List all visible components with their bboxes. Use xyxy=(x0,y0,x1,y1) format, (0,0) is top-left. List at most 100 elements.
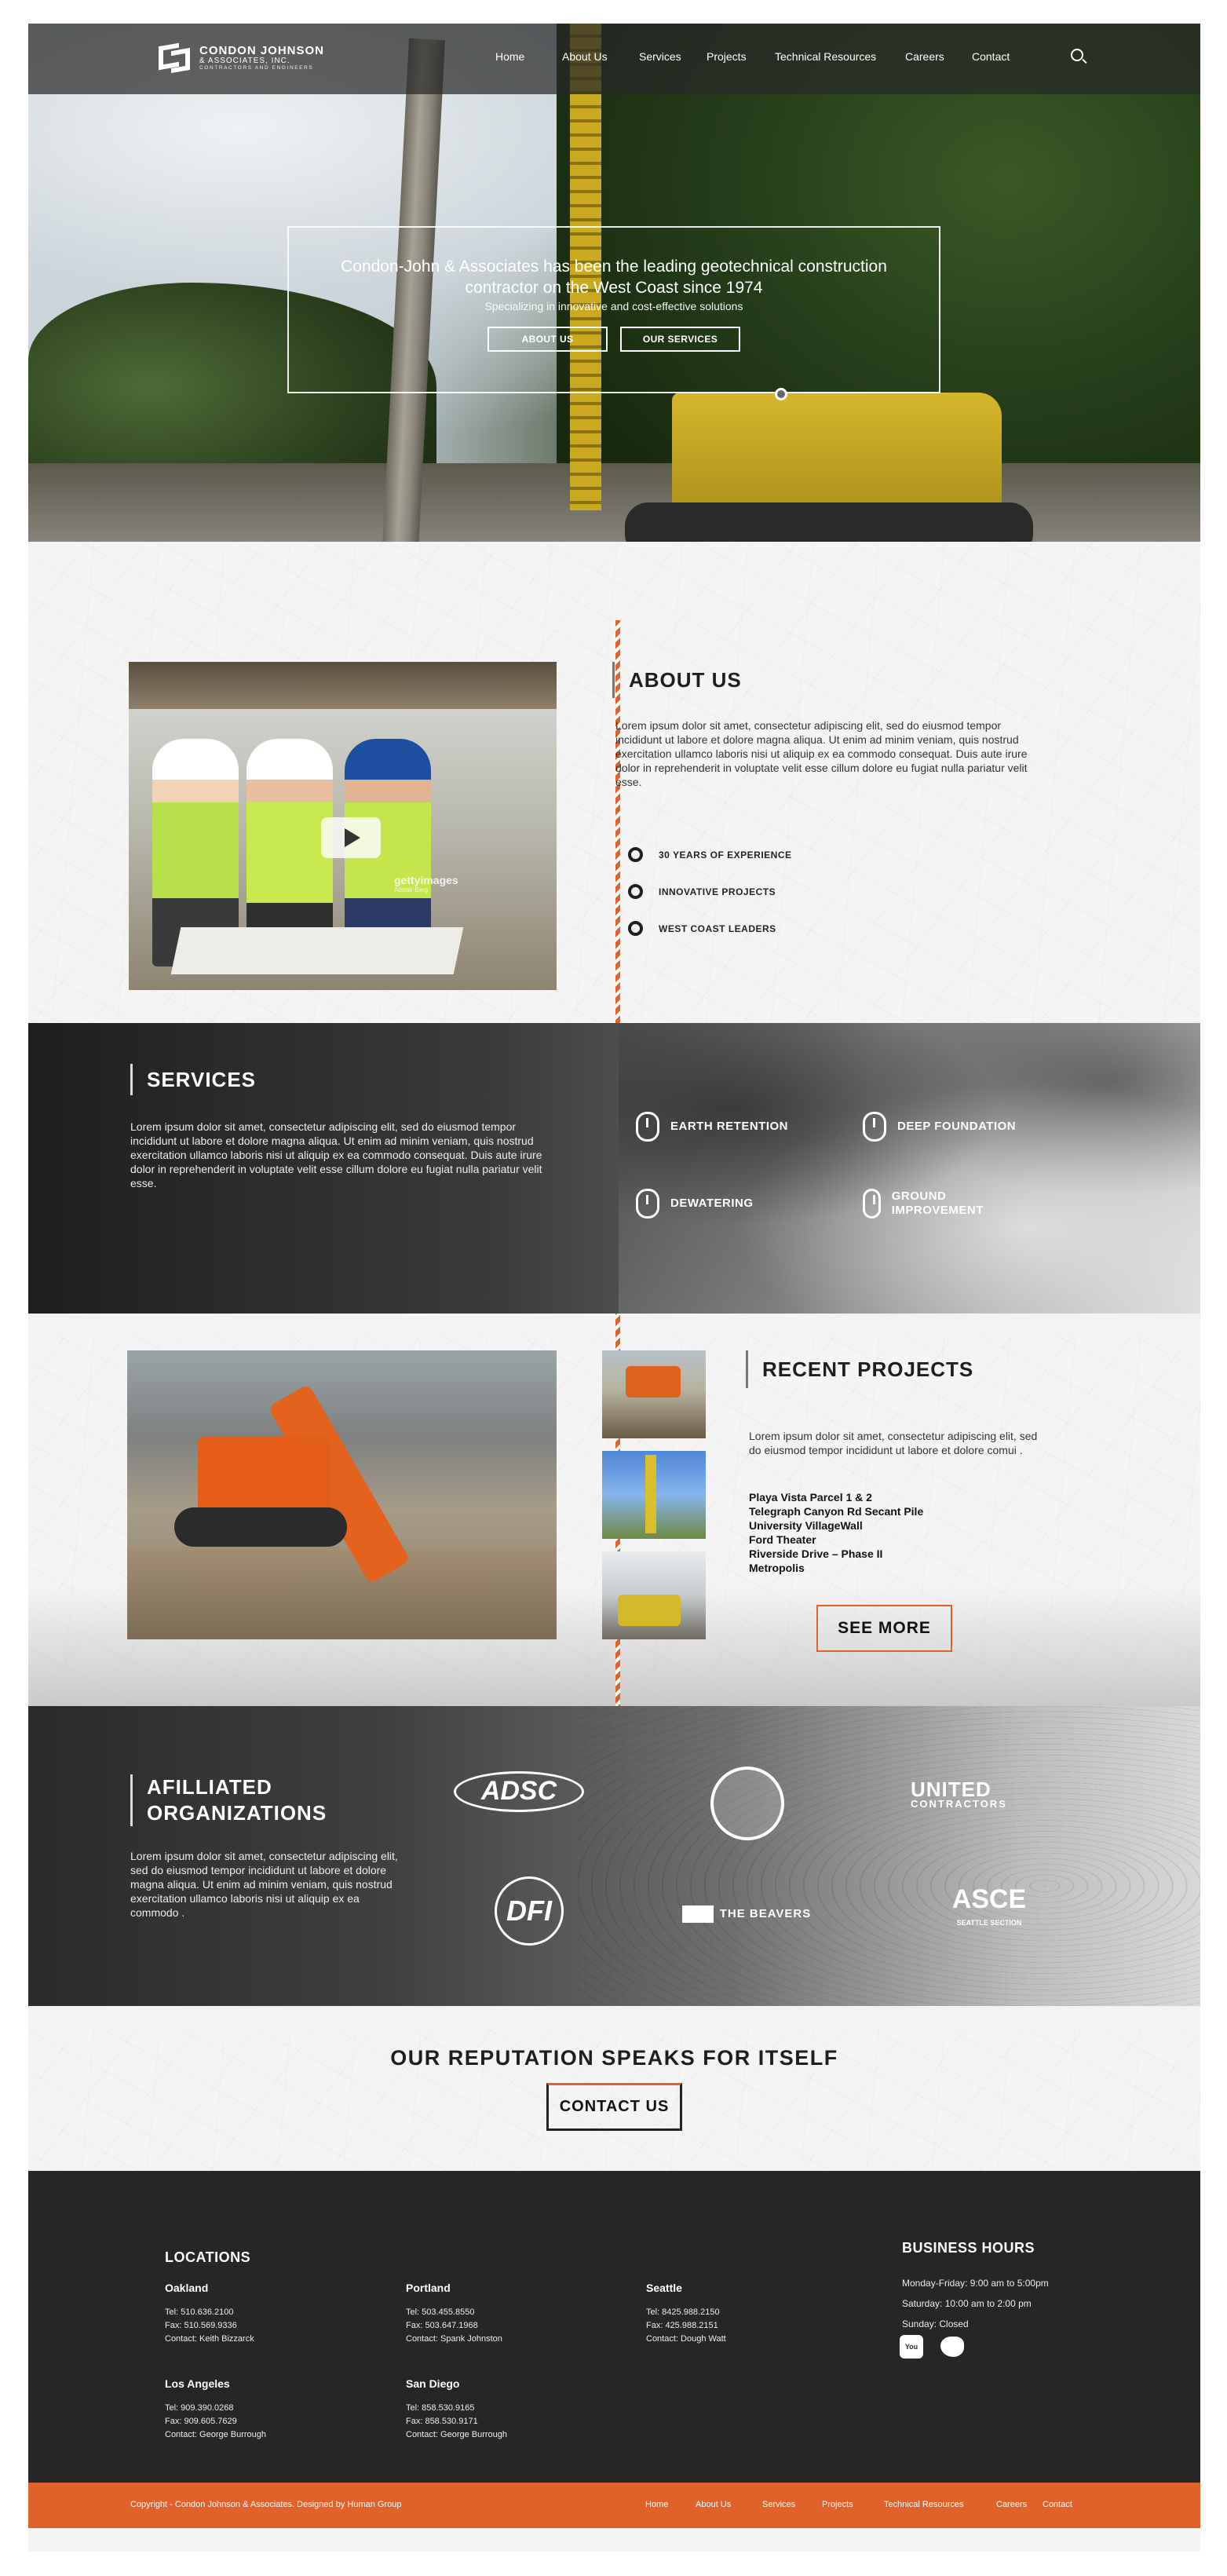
project-link[interactable]: Playa Vista Parcel 1 & 2 xyxy=(749,1490,923,1504)
circle-bullet-icon xyxy=(628,921,643,936)
footer-nav-careers[interactable]: Careers xyxy=(996,2500,1027,2509)
location-contact: Contact: Spank Johnston xyxy=(406,2334,502,2344)
nav-contact[interactable]: Contact xyxy=(972,50,1010,63)
about-highlights: 30 YEARS OF EXPERIENCE INNOVATIVE PROJEC… xyxy=(628,836,792,947)
location-fax: Fax: 909.605.7629 xyxy=(165,2417,237,2426)
footer-nav-home[interactable]: Home xyxy=(645,2500,668,2509)
see-more-button[interactable]: SEE MORE xyxy=(816,1605,952,1652)
project-link[interactable]: University VillageWall xyxy=(749,1518,923,1533)
location-fax: Fax: 510.569.9336 xyxy=(165,2321,237,2330)
location-city: Los Angeles xyxy=(165,2377,230,2390)
services-section: SERVICES Lorem ipsum dolor sit amet, con… xyxy=(28,1023,1200,1314)
location-fax: Fax: 425.988.2151 xyxy=(646,2321,718,2330)
nav-services[interactable]: Services xyxy=(639,50,681,63)
location-contact: Contact: George Burrough xyxy=(165,2430,267,2439)
project-link[interactable]: Telegraph Canyon Rd Secant Pile xyxy=(749,1504,923,1518)
location-tel: Tel: 8425.988.2150 xyxy=(646,2307,720,2317)
location-oakland: Oakland Tel: 510.636.2100 Fax: 510.569.9… xyxy=(165,2282,254,2346)
copyright-text: Copyright - Condon Johnson & Associates.… xyxy=(130,2500,402,2509)
highlight-label: 30 YEARS OF EXPERIENCE xyxy=(659,849,792,860)
services-rock-texture xyxy=(619,1023,1200,1314)
adsc-logo[interactable]: ADSC xyxy=(454,1771,584,1812)
video-roof xyxy=(129,662,557,709)
project-link[interactable]: Ford Theater xyxy=(749,1533,923,1547)
location-portland: Portland Tel: 503.455.8550 Fax: 503.647.… xyxy=(406,2282,502,2346)
search-icon[interactable] xyxy=(1071,49,1083,61)
hero-message-box: Condon-John & Associates has been the le… xyxy=(287,226,940,393)
video-blueprint xyxy=(170,927,464,974)
hero-about-us-button[interactable]: ABOUT US xyxy=(488,327,608,352)
service-earth-retention[interactable]: EARTH RETENTION xyxy=(636,1112,788,1142)
circle-bullet-icon xyxy=(628,884,643,899)
hours-line: Sunday: Closed xyxy=(902,2318,969,2329)
contact-us-button[interactable]: CONTACT US xyxy=(546,2083,682,2131)
about-title: ABOUT US xyxy=(612,662,742,698)
service-label: DEEP FOUNDATION xyxy=(897,1120,1017,1133)
asce-logo[interactable]: ASCE SEATTLE SECTION xyxy=(950,1880,1028,1943)
locations-title: LOCATIONS xyxy=(165,2249,251,2265)
video-credit: Alistair Berg xyxy=(394,886,429,893)
affiliated-title-line1: AFILLIATED xyxy=(147,1775,272,1799)
service-ground-improvement[interactable]: GROUND IMPROVEMENT xyxy=(863,1189,996,1219)
project-thumbnail[interactable] xyxy=(602,1451,706,1539)
hero-our-services-button[interactable]: OUR SERVICES xyxy=(620,327,740,352)
circle-bullet-icon xyxy=(628,847,643,862)
project-thumbnail[interactable] xyxy=(602,1350,706,1438)
logo-name-line3: CONTRACTORS AND ENGINEERS xyxy=(199,64,314,71)
drill-rig-track xyxy=(625,502,1033,542)
mouse-icon xyxy=(863,1112,886,1142)
mouse-icon xyxy=(863,1189,881,1219)
play-icon[interactable] xyxy=(321,817,381,858)
location-fax: Fax: 503.647.1968 xyxy=(406,2321,478,2330)
affiliated-title-line2: ORGANIZATIONS xyxy=(147,1801,327,1825)
nav-projects[interactable]: Projects xyxy=(707,50,747,63)
location-tel: Tel: 510.636.2100 xyxy=(165,2307,234,2317)
project-list: Playa Vista Parcel 1 & 2 Telegraph Canyo… xyxy=(749,1490,923,1575)
services-title: SERVICES xyxy=(130,1064,256,1095)
location-city: San Diego xyxy=(406,2377,460,2390)
asce-label: ASCE xyxy=(951,1884,1027,1914)
service-deep-foundation[interactable]: DEEP FOUNDATION xyxy=(863,1112,1016,1142)
bottom-bar: Copyright - Condon Johnson & Associates.… xyxy=(28,2483,1200,2528)
united-contractors-logo[interactable]: UNITED CONTRACTORS xyxy=(911,1779,1060,1814)
twitter-icon[interactable] xyxy=(940,2337,964,2357)
service-label: GROUND IMPROVEMENT xyxy=(891,1189,984,1217)
project-thumbnail[interactable] xyxy=(602,1551,706,1639)
project-link[interactable]: Metropolis xyxy=(749,1561,923,1575)
excavator-cab xyxy=(198,1437,331,1515)
location-seattle: Seattle Tel: 8425.988.2150 Fax: 425.988.… xyxy=(646,2282,726,2346)
nav-technical-resources[interactable]: Technical Resources xyxy=(775,50,876,63)
hours-line: Monday-Friday: 9:00 am to 5:00pm xyxy=(902,2278,1049,2289)
nav-home[interactable]: Home xyxy=(495,50,524,63)
footer-nav-about-us[interactable]: About Us xyxy=(696,2500,731,2509)
nav-about-us[interactable]: About Us xyxy=(562,50,608,63)
location-los-angeles: Los Angeles Tel: 909.390.0268 Fax: 909.6… xyxy=(165,2377,266,2442)
business-hours-title: BUSINESS HOURS xyxy=(902,2240,1035,2256)
nav-careers[interactable]: Careers xyxy=(905,50,944,63)
highlight-item: 30 YEARS OF EXPERIENCE xyxy=(628,836,792,873)
location-contact: Contact: Keith Bizzarck xyxy=(165,2334,254,2344)
location-city: Oakland xyxy=(165,2282,209,2294)
footer-nav-services[interactable]: Services xyxy=(762,2500,795,2509)
service-dewatering[interactable]: DEWATERING xyxy=(636,1189,754,1219)
location-contact: Contact: George Burrough xyxy=(406,2430,508,2439)
project-link[interactable]: Riverside Drive – Phase II xyxy=(749,1547,923,1561)
youtube-icon[interactable]: You Tube xyxy=(900,2335,923,2374)
location-tel: Tel: 858.530.9165 xyxy=(406,2403,475,2413)
topographic-texture xyxy=(578,1706,1200,2006)
about-video[interactable]: gettyimages Alistair Berg xyxy=(129,662,557,990)
hero-buttons: ABOUT US OUR SERVICES xyxy=(289,327,939,352)
location-contact: Contact: Dough Watt xyxy=(646,2334,726,2344)
hero-slider-dot[interactable] xyxy=(775,388,787,400)
footer-nav-technical-resources[interactable]: Technical Resources xyxy=(884,2500,964,2509)
association-seal-logo[interactable] xyxy=(710,1767,784,1840)
footer-nav-projects[interactable]: Projects xyxy=(822,2500,853,2509)
footer-nav-contact[interactable]: Contact xyxy=(1043,2500,1072,2509)
dfi-logo[interactable]: DFI xyxy=(495,1876,564,1946)
projects-title: RECENT PROJECTS xyxy=(746,1350,973,1388)
highlight-item: INNOVATIVE PROJECTS xyxy=(628,873,792,910)
affiliated-title: AFILLIATED ORGANIZATIONS xyxy=(130,1774,327,1826)
the-beavers-logo[interactable]: THE BEAVERS xyxy=(666,1903,827,1925)
mouse-icon xyxy=(636,1112,659,1142)
highlight-label: WEST COAST LEADERS xyxy=(659,923,776,934)
